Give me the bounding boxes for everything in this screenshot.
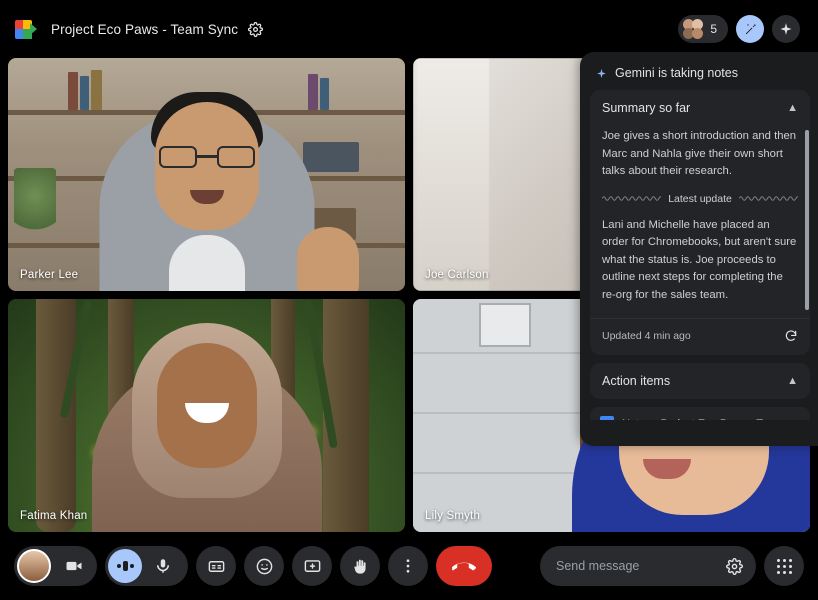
self-avatar (17, 549, 51, 583)
participant-name-label: Lily Smyth (425, 510, 481, 522)
wave-line-icon (602, 195, 661, 202)
gear-icon (725, 557, 743, 575)
gemini-notes-toggle-button[interactable] (736, 15, 764, 43)
magic-wand-icon (745, 23, 756, 34)
chevron-up-icon[interactable]: ▲ (787, 102, 798, 114)
summary-updated-row: Updated 4 min ago (590, 318, 810, 355)
raise-hand-icon (353, 559, 366, 574)
participant-name-label: Fatima Khan (20, 510, 88, 522)
emoji-reaction-icon (256, 558, 272, 574)
chevron-up-icon[interactable]: ▲ (787, 375, 798, 387)
captions-icon (208, 560, 224, 572)
latest-update-divider: Latest update (602, 191, 798, 215)
sparkle-icon (780, 23, 792, 35)
leave-call-button[interactable] (436, 546, 492, 586)
raise-hand-button[interactable] (340, 546, 380, 586)
gear-icon (248, 21, 264, 37)
refresh-summary-button[interactable] (784, 329, 798, 343)
video-camera-icon (66, 561, 82, 571)
gemini-notes-panel: Gemini is taking notes Summary so far ▲ … (580, 52, 818, 446)
gemini-sparkle-button[interactable] (772, 15, 800, 43)
participants-count: 5 (710, 22, 717, 36)
apps-grid-icon (776, 558, 792, 574)
audio-level-indicator[interactable] (108, 549, 142, 583)
toggle-microphone-button[interactable] (146, 546, 180, 586)
participant-name-label: Parker Lee (20, 269, 79, 281)
more-options-button[interactable] (388, 546, 428, 586)
present-screen-button[interactable] (292, 546, 332, 586)
primary-controls (14, 546, 492, 586)
wave-line-icon (739, 195, 798, 202)
people-avatars-icon (683, 19, 704, 39)
gemini-panel-scroll-area[interactable]: Summary so far ▲ Joe gives a short intro… (590, 90, 810, 420)
action-items-heading: Action items (602, 374, 671, 388)
refresh-icon (785, 330, 797, 341)
video-tile-parker-lee[interactable]: Parker Lee (8, 58, 405, 291)
camera-control-group (14, 546, 97, 586)
notes-document-label: Notes - Project Eco Paws - Team... (622, 418, 792, 420)
tile-video-feed (8, 58, 405, 291)
panel-scrollbar[interactable] (805, 130, 809, 310)
message-settings-button[interactable] (717, 546, 751, 586)
meeting-header: Project Eco Paws - Team Sync 5 (0, 0, 818, 58)
action-items-card-header[interactable]: Action items ▲ (590, 363, 810, 399)
summary-heading: Summary so far (602, 101, 691, 115)
summary-card-body: Joe gives a short introduction and then … (590, 126, 810, 316)
updated-timestamp: Updated 4 min ago (602, 330, 691, 342)
participants-button[interactable]: 5 (678, 15, 728, 43)
google-meet-window: Project Eco Paws - Team Sync 5 Parker Le… (0, 0, 818, 600)
apps-grid-button[interactable] (764, 546, 804, 586)
microphone-icon (157, 559, 169, 573)
sparkle-icon (597, 68, 606, 78)
latest-update-label: Latest update (668, 192, 732, 205)
message-box[interactable] (540, 546, 756, 586)
tile-video-feed (8, 299, 405, 532)
microphone-control-group (105, 546, 188, 586)
present-screen-icon (304, 559, 320, 572)
reactions-button[interactable] (244, 546, 284, 586)
end-call-icon (452, 562, 476, 571)
video-tile-fatima-khan[interactable]: Fatima Khan (8, 299, 405, 532)
meeting-controls-bar (0, 532, 818, 600)
google-docs-icon (600, 416, 614, 420)
header-actions: 5 (678, 15, 806, 43)
action-items-card: Action items ▲ (590, 363, 810, 399)
summary-text: Joe gives a short introduction and then … (602, 130, 797, 177)
participant-name-label: Joe Carlson (425, 269, 489, 281)
summary-card: Summary so far ▲ Joe gives a short intro… (590, 90, 810, 355)
notes-document-chip[interactable]: Notes - Project Eco Paws - Team... (590, 407, 810, 420)
gemini-panel-header: Gemini is taking notes (590, 62, 810, 90)
captions-button[interactable] (196, 546, 236, 586)
more-options-icon (406, 559, 410, 573)
google-meet-logo-icon (15, 19, 37, 39)
summary-card-header[interactable]: Summary so far ▲ (590, 90, 810, 126)
meeting-title: Project Eco Paws - Team Sync (51, 21, 239, 37)
toggle-camera-button[interactable] (57, 546, 91, 586)
meeting-settings-button[interactable] (248, 21, 264, 37)
send-message-input[interactable] (556, 559, 717, 573)
gemini-panel-title: Gemini is taking notes (615, 66, 738, 80)
secondary-controls (540, 546, 804, 586)
latest-update-text: Lani and Michelle have placed an order f… (602, 218, 797, 301)
